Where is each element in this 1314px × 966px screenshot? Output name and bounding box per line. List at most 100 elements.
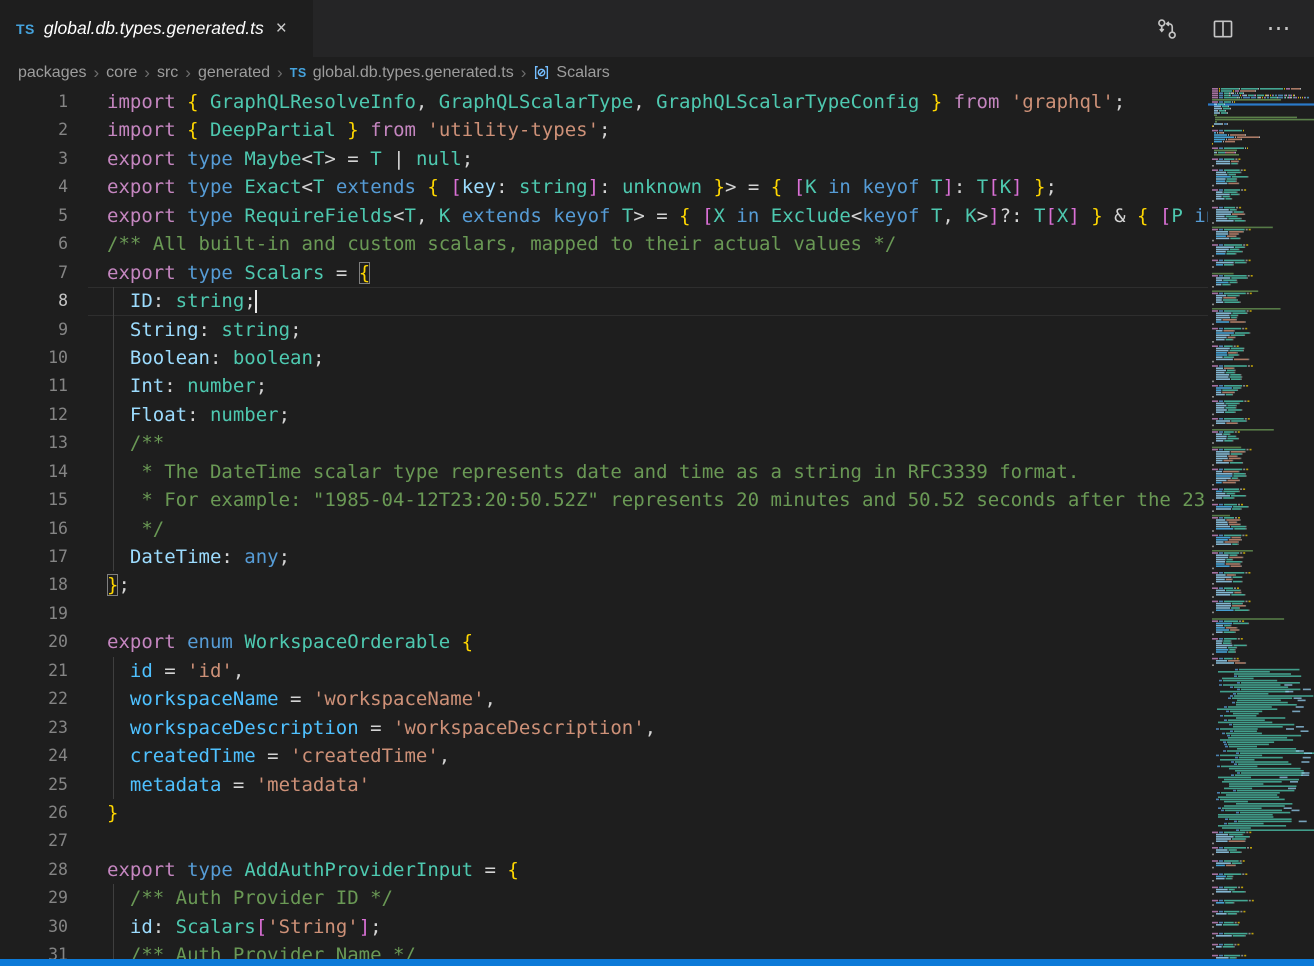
code-line-5[interactable]: 5 export type RequireFields<T, K extends …: [0, 202, 1208, 230]
code-line-24[interactable]: 24 createdTime = 'createdTime',: [0, 742, 1208, 770]
code-line-20[interactable]: 20 export enum WorkspaceOrderable {: [0, 628, 1208, 656]
breadcrumb-separator-icon: ›: [185, 63, 191, 83]
breadcrumb-label: core: [106, 64, 137, 82]
code-text: export type Exact<T extends { [key: stri…: [107, 173, 1057, 201]
breadcrumb-item-scalars[interactable]: Scalars: [533, 64, 609, 82]
text-cursor: [255, 290, 257, 313]
breadcrumb-separator-icon: ›: [521, 63, 527, 83]
code-text: metadata = 'metadata': [107, 771, 370, 799]
minimap[interactable]: [1208, 88, 1314, 959]
code-text: * For example: "1985-04-12T23:20:50.52Z"…: [107, 486, 1208, 514]
code-line-4[interactable]: 4 export type Exact<T extends { [key: str…: [0, 173, 1208, 201]
code-line-2[interactable]: 2import { DeepPartial } from 'utility-ty…: [0, 116, 1208, 144]
breadcrumb-item-global-db-types-generated-ts[interactable]: TSglobal.db.types.generated.ts: [290, 64, 514, 82]
line-number[interactable]: 23: [0, 714, 68, 742]
line-number[interactable]: 7: [0, 259, 68, 287]
breadcrumb-item-generated[interactable]: generated: [198, 64, 270, 82]
status-bar: [0, 959, 1314, 966]
symbol-type-icon: [533, 64, 550, 81]
line-number[interactable]: 6: [0, 230, 68, 258]
more-actions-icon[interactable]: ⋯: [1266, 16, 1292, 42]
line-number[interactable]: 17: [0, 543, 68, 571]
code-text: export enum WorkspaceOrderable {: [107, 628, 473, 656]
code-line-15[interactable]: 15 * For example: "1985-04-12T23:20:50.5…: [0, 486, 1208, 514]
code-text: import { GraphQLResolveInfo, GraphQLScal…: [107, 88, 1125, 116]
code-line-7[interactable]: 7export type Scalars = {: [0, 259, 1208, 287]
line-number[interactable]: 14: [0, 458, 68, 486]
code-line-27[interactable]: 27: [0, 827, 1208, 855]
code-line-14[interactable]: 14 * The DateTime scalar type represents…: [0, 458, 1208, 486]
code-line-16[interactable]: 16 */: [0, 515, 1208, 543]
code-text: id: Scalars['String'];: [107, 913, 382, 941]
code-line-21[interactable]: 21 id = 'id',: [0, 657, 1208, 685]
line-number[interactable]: 20: [0, 628, 68, 656]
code-line-9[interactable]: 9 String: string;: [0, 316, 1208, 344]
breadcrumb-label: Scalars: [556, 64, 609, 82]
line-number[interactable]: 12: [0, 401, 68, 429]
code-line-8[interactable]: 8 ID: string;: [0, 287, 1208, 315]
breadcrumb-item-src[interactable]: src: [157, 64, 178, 82]
line-number[interactable]: 19: [0, 600, 68, 628]
code-line-28[interactable]: 28export type AddAuthProviderInput = {: [0, 856, 1208, 884]
code-line-26[interactable]: 26}: [0, 799, 1208, 827]
line-number[interactable]: 27: [0, 827, 68, 855]
code-text: export type RequireFields<T, K extends k…: [107, 202, 1208, 230]
line-number[interactable]: 13: [0, 429, 68, 457]
code-line-30[interactable]: 30 id: Scalars['String'];: [0, 913, 1208, 941]
code-line-11[interactable]: 11 Int: number;: [0, 372, 1208, 400]
code-text: /** Auth Provider Name */: [107, 941, 416, 959]
code-line-29[interactable]: 29 /** Auth Provider ID */: [0, 884, 1208, 912]
line-number[interactable]: 31: [0, 941, 68, 959]
line-number[interactable]: 15: [0, 486, 68, 514]
code-line-25[interactable]: 25 metadata = 'metadata': [0, 771, 1208, 799]
line-number[interactable]: 4: [0, 173, 68, 201]
code-line-3[interactable]: 3 export type Maybe<T> = T | null;: [0, 145, 1208, 173]
line-number[interactable]: 10: [0, 344, 68, 372]
line-number[interactable]: 25: [0, 771, 68, 799]
code-line-6[interactable]: 6/** All built-in and custom scalars, ma…: [0, 230, 1208, 258]
line-number[interactable]: 3: [0, 145, 68, 173]
code-text: */: [107, 515, 164, 543]
code-editor[interactable]: 1 import { GraphQLResolveInfo, GraphQLSca…: [0, 88, 1314, 959]
code-line-23[interactable]: 23 workspaceDescription = 'workspaceDesc…: [0, 714, 1208, 742]
line-number[interactable]: 28: [0, 856, 68, 884]
line-number[interactable]: 22: [0, 685, 68, 713]
line-number[interactable]: 26: [0, 799, 68, 827]
code-line-17[interactable]: 17 DateTime: any;: [0, 543, 1208, 571]
breadcrumb-separator-icon: ›: [277, 63, 283, 83]
line-number[interactable]: 21: [0, 657, 68, 685]
code-line-10[interactable]: 10 Boolean: boolean;: [0, 344, 1208, 372]
code-line-31[interactable]: 31 /** Auth Provider Name */: [0, 941, 1208, 959]
code-line-18[interactable]: 18};: [0, 571, 1208, 599]
code-line-19[interactable]: 19: [0, 600, 1208, 628]
tab-global-db-types[interactable]: TS global.db.types.generated.ts ×: [0, 0, 313, 57]
code-line-12[interactable]: 12 Float: number;: [0, 401, 1208, 429]
open-changes-icon[interactable]: [1154, 16, 1180, 42]
line-number[interactable]: 11: [0, 372, 68, 400]
breadcrumb: packages›core›src›generated›TSglobal.db.…: [0, 57, 1314, 88]
breadcrumb-item-packages[interactable]: packages: [18, 64, 87, 82]
line-number[interactable]: 9: [0, 316, 68, 344]
tab-filename: global.db.types.generated.ts: [44, 18, 264, 39]
code-text: }: [107, 799, 118, 827]
close-tab-icon[interactable]: ×: [276, 19, 287, 38]
code-line-22[interactable]: 22 workspaceName = 'workspaceName',: [0, 685, 1208, 713]
line-number[interactable]: 30: [0, 913, 68, 941]
code-area[interactable]: 1 import { GraphQLResolveInfo, GraphQLSca…: [0, 88, 1208, 959]
breadcrumb-item-core[interactable]: core: [106, 64, 137, 82]
split-editor-icon[interactable]: [1210, 16, 1236, 42]
line-number[interactable]: 24: [0, 742, 68, 770]
line-number[interactable]: 16: [0, 515, 68, 543]
code-text: Int: number;: [107, 372, 267, 400]
line-number[interactable]: 2: [0, 116, 68, 144]
code-line-1[interactable]: 1 import { GraphQLResolveInfo, GraphQLSca…: [0, 88, 1208, 116]
line-number[interactable]: 29: [0, 884, 68, 912]
line-number[interactable]: 8: [0, 287, 68, 315]
line-number[interactable]: 1: [0, 88, 68, 116]
line-number[interactable]: 5: [0, 202, 68, 230]
code-line-13[interactable]: 13 /**: [0, 429, 1208, 457]
line-number[interactable]: 18: [0, 571, 68, 599]
code-text: workspaceName = 'workspaceName',: [107, 685, 496, 713]
code-text: export type Maybe<T> = T | null;: [107, 145, 473, 173]
code-text: String: string;: [107, 316, 302, 344]
